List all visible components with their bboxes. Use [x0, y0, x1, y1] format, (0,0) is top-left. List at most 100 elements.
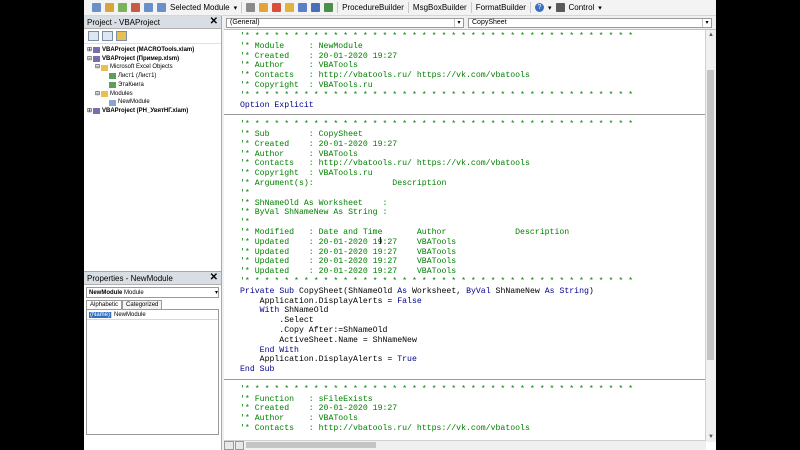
table-icon[interactable] [311, 3, 321, 12]
code-line[interactable]: '* Sub : CopySheet [240, 130, 363, 140]
toggle-folders-icon[interactable] [116, 31, 127, 41]
format-builder-button[interactable]: FormatBuilder [476, 3, 526, 12]
page-icon[interactable] [298, 3, 308, 12]
module-icon[interactable] [92, 3, 101, 12]
folder-icon [101, 64, 108, 71]
code-line[interactable]: '* Copyright : VBATools.ru [240, 169, 373, 179]
tab-alphabetic[interactable]: Alphabetic [86, 300, 123, 309]
close-icon[interactable]: ✕ [210, 17, 218, 27]
indent-icon[interactable] [157, 3, 166, 12]
format-icon[interactable] [246, 3, 256, 12]
tree-item-newmodule[interactable]: NewModule [87, 98, 221, 107]
code-line[interactable]: '* * * * * * * * * * * * * * * * * * * *… [240, 385, 633, 395]
tree-item-primer[interactable]: ⊟ VBAProject (Пример.xlsm) [87, 55, 221, 64]
help-icon[interactable]: ? [534, 3, 544, 12]
tree-item-label: VBAProject (PH_УвятНГ.xlam) [102, 107, 189, 114]
object-dropdown[interactable]: (General) ▾ [226, 17, 464, 28]
chevron-down-icon[interactable]: ▾ [215, 289, 218, 296]
tools-icon[interactable] [272, 3, 282, 12]
property-key-text: (Name) [89, 311, 112, 318]
project-icon [93, 108, 100, 115]
code-line[interactable]: With ShNameOld [240, 306, 329, 316]
folder-icon[interactable] [259, 3, 269, 12]
code-line[interactable]: '* Contacts : http://vbatools.ru/ https:… [240, 159, 530, 169]
scroll-down-icon[interactable]: ▼ [706, 432, 716, 442]
delete-icon[interactable] [131, 3, 140, 12]
tree-item-thisworkbook[interactable]: ЭтаКнига [87, 81, 221, 90]
procedure-builder-button[interactable]: ProcedureBuilder [342, 3, 404, 12]
code-line[interactable]: '* Module : NewModule [240, 42, 363, 52]
tree-item-label: VBAProject (Пример.xlsm) [102, 55, 180, 62]
vertical-scrollbar[interactable]: ▲ ▼ [705, 30, 716, 442]
procedure-view-icon[interactable] [224, 441, 234, 450]
class-icon[interactable] [105, 3, 114, 12]
view-object-icon[interactable] [102, 31, 113, 41]
tree-item-macrotools[interactable]: ⊞ VBAProject (MACROTools.xlam) [87, 46, 221, 55]
code-line[interactable]: '* Copyright : VBATools.ru [240, 81, 373, 91]
workbook-icon [109, 82, 116, 89]
tree-item-ph[interactable]: ⊞ VBAProject (PH_УвятНГ.xlam) [87, 107, 221, 116]
code-editor[interactable]: '* * * * * * * * * * * * * * * * * * * *… [224, 30, 706, 440]
chevron-down-icon[interactable]: ▾ [234, 4, 238, 12]
selected-module-dropdown[interactable]: Selected Module [170, 3, 230, 12]
tree-item-excel-objects[interactable]: ⊟ Microsoft Excel Objects [87, 63, 221, 72]
object-type: Module [124, 289, 144, 296]
tree-item-sheet1[interactable]: Лист1 (Лист1) [87, 72, 221, 81]
chevron-down-icon[interactable]: ▾ [548, 4, 552, 12]
tab-categorized[interactable]: Categorized [122, 300, 163, 309]
code-line[interactable]: '* * * * * * * * * * * * * * * * * * * *… [240, 120, 633, 130]
chevron-down-icon[interactable]: ▾ [702, 18, 711, 27]
properties-grid: (Name) NewModule [86, 309, 219, 435]
scroll-thumb[interactable] [246, 442, 376, 448]
code-line[interactable]: '* Contacts : http://vbatools.ru/ https:… [240, 424, 530, 434]
project-icon [93, 47, 100, 54]
code-line[interactable]: .Copy After:=ShNameOld [240, 326, 387, 336]
code-line[interactable]: '* Modified : Date and Time Author Descr… [240, 228, 569, 238]
code-line[interactable]: '* Created : 20-01-2020 19:27 [240, 404, 397, 414]
code-line[interactable]: '* Author : VBATools [240, 61, 358, 71]
object-combo[interactable]: NewModule Module ▾ [86, 287, 219, 298]
code-line[interactable]: '* Updated : 20-01-2020 19:27 VBATools [240, 238, 456, 248]
code-line[interactable]: '* Author : VBATools [240, 414, 358, 424]
properties-tabs: Alphabetic Categorized [86, 300, 219, 309]
code-line[interactable]: '* Argument(s): Description [240, 179, 446, 189]
project-icon [93, 56, 100, 63]
code-line[interactable]: '* Updated : 20-01-2020 19:27 VBATools [240, 267, 456, 277]
scroll-thumb[interactable] [707, 70, 714, 360]
code-line[interactable]: '* * * * * * * * * * * * * * * * * * * *… [240, 32, 633, 42]
star-icon[interactable] [285, 3, 295, 12]
code-line[interactable]: Private Sub CopySheet(ShNameOld As Works… [240, 287, 594, 297]
code-line[interactable]: '* Created : 20-01-2020 19:27 [240, 140, 397, 150]
code-line[interactable]: '* [240, 189, 250, 199]
close-icon[interactable]: ✕ [210, 273, 218, 283]
code-line[interactable]: '* [240, 218, 250, 228]
property-value[interactable]: NewModule [112, 312, 146, 318]
code-line[interactable]: '* * * * * * * * * * * * * * * * * * * *… [240, 277, 633, 287]
code-line[interactable]: '* Updated : 20-01-2020 19:27 VBATools [240, 257, 456, 267]
code-line[interactable]: '* ByVal ShNameNew As String : [240, 208, 387, 218]
scroll-up-icon[interactable]: ▲ [706, 30, 716, 40]
full-module-view-icon[interactable] [234, 441, 244, 450]
code-line[interactable]: '* * * * * * * * * * * * * * * * * * * *… [240, 91, 633, 101]
procedure-dropdown[interactable]: CopySheet ▾ [468, 17, 712, 28]
code-line[interactable]: ActiveSheet.Name = ShNameNew [240, 336, 417, 346]
code-line[interactable]: Option Explicit [240, 101, 314, 111]
view-code-icon[interactable] [88, 31, 99, 41]
code-line[interactable]: End Sub [240, 365, 274, 375]
chevron-down-icon[interactable]: ▾ [454, 18, 463, 27]
msgbox-builder-button[interactable]: MsgBoxBuilder [413, 3, 467, 12]
control-dropdown[interactable]: Control [569, 3, 595, 12]
chevron-down-icon[interactable]: ▾ [598, 4, 602, 12]
window-icon[interactable] [324, 3, 334, 12]
property-row[interactable]: (Name) NewModule [87, 310, 218, 320]
code-line[interactable]: '* Contacts : http://vbatools.ru/ https:… [240, 71, 530, 81]
list-icon[interactable] [144, 3, 153, 12]
toolbar-divider [241, 2, 243, 13]
procedure-separator [224, 379, 706, 380]
code-line[interactable]: Application.DisplayAlerts = True [240, 355, 417, 365]
tree-item-modules[interactable]: ⊟ Modules [87, 90, 221, 99]
horizontal-scrollbar[interactable] [224, 440, 706, 450]
code-line[interactable]: .Select [240, 316, 313, 326]
form-icon[interactable] [118, 3, 127, 12]
toolbar-divider [470, 2, 472, 13]
